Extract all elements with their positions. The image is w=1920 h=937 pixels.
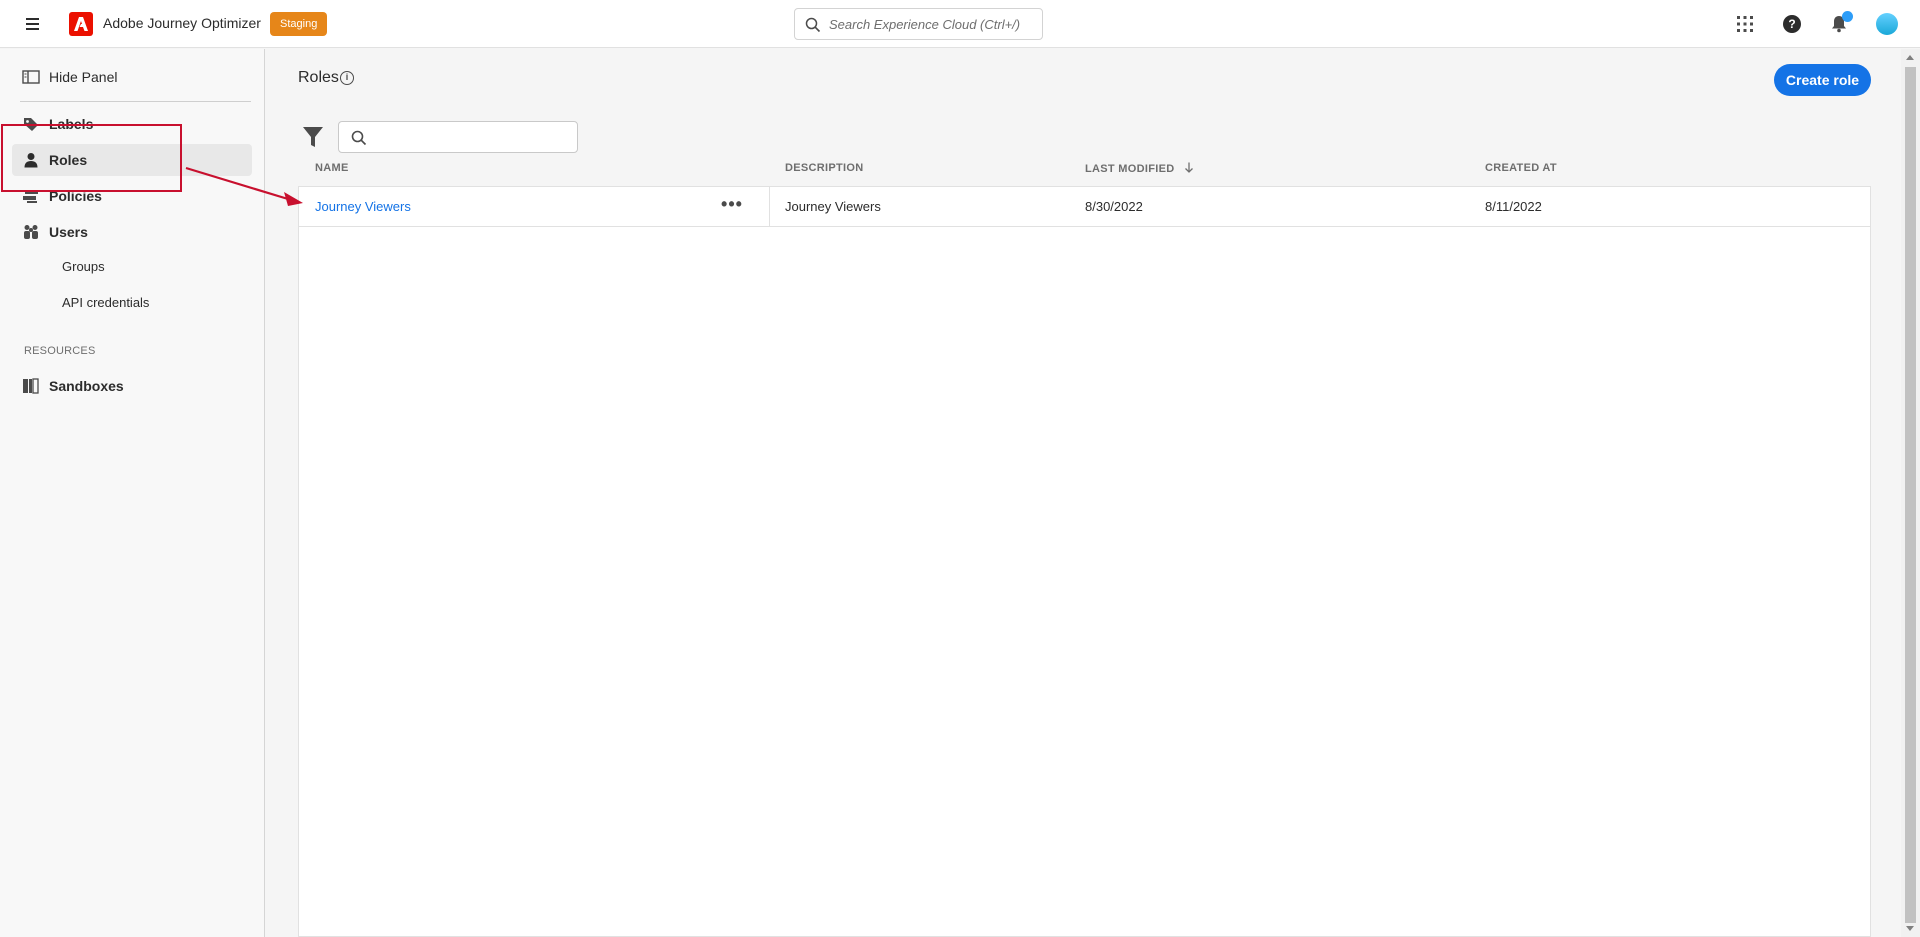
roles-search-field[interactable] — [338, 121, 578, 153]
column-header-created-at[interactable]: CREATED AT — [1485, 162, 1557, 174]
role-name-link[interactable]: Journey Viewers — [315, 199, 411, 214]
roles-table: Journey Viewers ••• Journey Viewers 8/30… — [298, 186, 1871, 937]
column-header-name[interactable]: NAME — [315, 162, 349, 174]
sidebar-subitem-api-credentials[interactable]: API credentials — [62, 295, 149, 310]
info-icon[interactable]: i — [340, 71, 354, 85]
search-icon — [351, 130, 367, 146]
notification-badge — [1842, 11, 1853, 22]
role-last-modified: 8/30/2022 — [1085, 199, 1143, 214]
sidebar-item-sandboxes[interactable]: Sandboxes — [12, 370, 252, 402]
help-icon[interactable]: ? — [1783, 15, 1801, 33]
roles-search-input[interactable] — [375, 128, 565, 148]
apps-grid-icon[interactable] — [1734, 13, 1756, 35]
main-content: Roles i Create role NAME DESCRIPTION LAS… — [266, 49, 1901, 937]
sidebar-item-users[interactable]: Users — [12, 216, 252, 248]
table-row[interactable]: Journey Viewers ••• Journey Viewers 8/30… — [299, 187, 1870, 227]
scroll-thumb[interactable] — [1905, 67, 1916, 923]
column-header-description[interactable]: DESCRIPTION — [785, 162, 863, 174]
global-search[interactable] — [794, 8, 1043, 40]
sort-descending-icon[interactable] — [1184, 162, 1194, 173]
sidebar-subitem-groups[interactable]: Groups — [62, 259, 105, 274]
user-avatar[interactable] — [1876, 13, 1898, 35]
global-search-input[interactable] — [829, 14, 1035, 34]
page-scrollbar[interactable] — [1901, 49, 1920, 937]
sidebar-item-label: Users — [49, 224, 88, 240]
role-created-at: 8/11/2022 — [1485, 199, 1542, 214]
sidebar-item-label: Sandboxes — [49, 378, 124, 394]
role-description: Journey Viewers — [785, 199, 881, 214]
scroll-up-arrow-icon[interactable] — [1906, 55, 1914, 60]
sandbox-icon — [22, 378, 40, 394]
search-icon — [805, 17, 821, 33]
create-role-button[interactable]: Create role — [1774, 64, 1871, 96]
scroll-down-arrow-icon[interactable] — [1906, 926, 1914, 931]
more-actions-icon[interactable]: ••• — [717, 195, 747, 219]
column-header-label: LAST MODIFIED — [1085, 163, 1175, 175]
column-divider — [769, 187, 770, 227]
annotation-arrow — [185, 166, 303, 206]
users-icon — [22, 224, 40, 240]
section-label-resources: RESOURCES — [24, 345, 96, 357]
column-header-last-modified[interactable]: LAST MODIFIED — [1085, 162, 1194, 175]
